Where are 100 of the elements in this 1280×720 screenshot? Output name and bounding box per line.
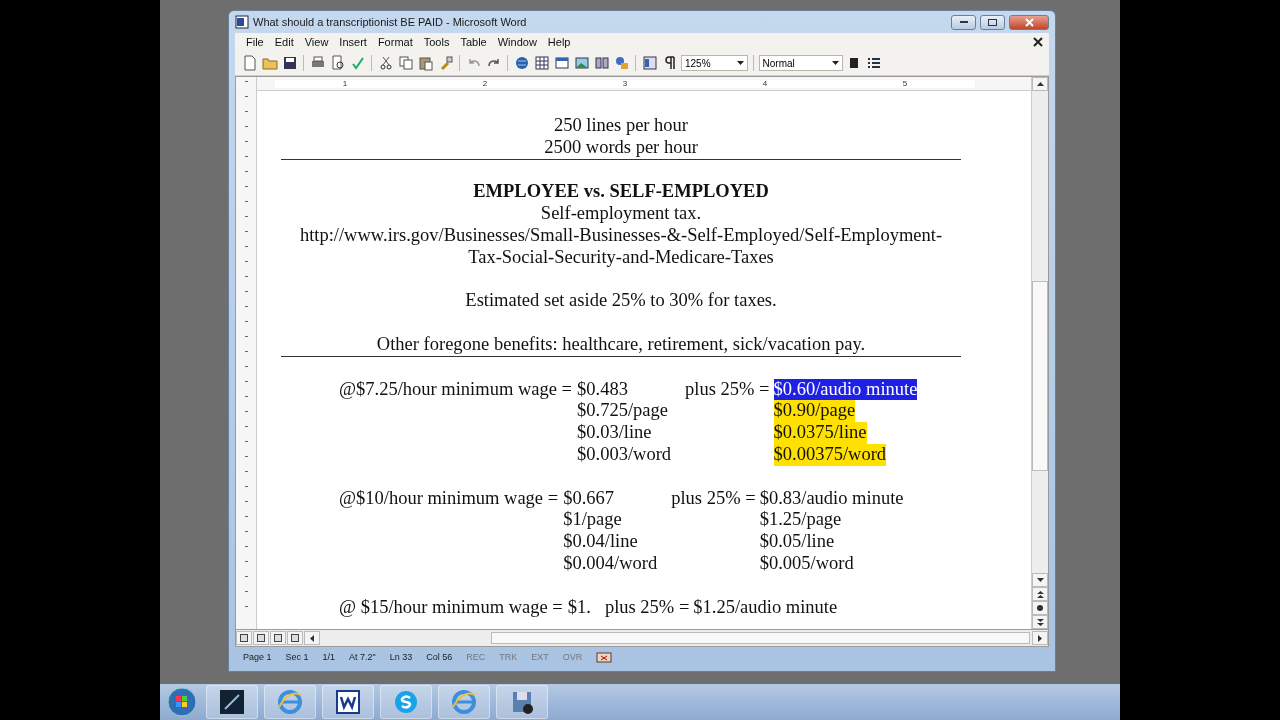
word-app-icon	[235, 15, 249, 29]
status-field: Page 1	[243, 652, 272, 662]
menu-item[interactable]: View	[303, 36, 330, 48]
maximize-icon	[988, 18, 997, 26]
rate-label: @$7.25/hour minimum wage =	[339, 378, 573, 401]
rate-label: @$10/hour minimum wage =	[339, 487, 560, 510]
recorder-icon[interactable]	[496, 685, 548, 719]
rate-plus: plus 25% =	[685, 378, 771, 401]
drawing-icon[interactable]	[613, 54, 630, 72]
save-icon[interactable]	[281, 54, 298, 72]
rate-value: $1.25/audio minute	[693, 596, 838, 619]
copy-icon[interactable]	[397, 54, 414, 72]
print-layout-icon[interactable]	[269, 631, 286, 645]
document-heading: EMPLOYEE vs. SELF-EMPLOYED	[473, 181, 769, 202]
menu-item[interactable]: Table	[459, 36, 488, 48]
status-field: Col 56	[426, 652, 453, 662]
scroll-up-button[interactable]	[1032, 77, 1048, 91]
previous-page-button[interactable]	[1032, 587, 1048, 601]
document-text: 250 lines per hour	[553, 115, 689, 135]
rate-value: $0.60/audio minute	[773, 378, 918, 401]
scroll-down-button[interactable]	[1032, 573, 1048, 587]
rate-value: $1.25/page	[759, 509, 842, 532]
scroll-thumb[interactable]	[1032, 281, 1048, 471]
caret-icon	[736, 61, 744, 65]
rate-value: $0.90/page	[773, 400, 856, 423]
globe-icon[interactable]	[513, 54, 530, 72]
rate-label: @ $15/hour minimum wage =	[339, 596, 564, 619]
web-view-icon[interactable]	[253, 631, 269, 645]
picture-icon[interactable]	[573, 54, 590, 72]
print-preview-icon[interactable]	[329, 54, 346, 72]
document-text: Estimated set aside 25% to 30% for taxes.	[465, 290, 777, 311]
status-field: At 7.2"	[349, 652, 376, 662]
rate-base: $0.04/line	[563, 531, 639, 553]
columns-icon[interactable]	[593, 54, 610, 72]
rate-base: $0.03/line	[577, 422, 653, 444]
close-button[interactable]	[1009, 14, 1049, 30]
paste-icon[interactable]	[417, 54, 434, 72]
menu-item[interactable]: Edit	[273, 36, 295, 48]
menu-item[interactable]: Format	[376, 36, 414, 48]
maximize-button[interactable]	[980, 14, 1005, 30]
outline-view-icon[interactable]	[286, 631, 303, 645]
pen-tablet-icon[interactable]	[206, 685, 258, 719]
double-caret-up-icon	[1036, 590, 1044, 598]
browser-icon[interactable]	[438, 685, 490, 719]
document-text: 2500 words per hour	[544, 136, 698, 157]
status-field: EXT	[531, 652, 549, 662]
normal-view-icon[interactable]	[236, 631, 252, 645]
rate-value: $0.005/word	[759, 552, 854, 575]
status-field: Ln 33	[389, 652, 413, 662]
next-page-button[interactable]	[1032, 615, 1048, 629]
status-field: REC	[466, 652, 486, 662]
cut-icon[interactable]	[377, 54, 394, 72]
window-icon[interactable]	[553, 54, 570, 72]
start-button[interactable]	[164, 685, 200, 719]
close-document-icon[interactable]	[1033, 37, 1043, 47]
menu-item[interactable]: Insert	[338, 36, 368, 48]
rate-base: $1.	[567, 596, 592, 619]
skype-icon[interactable]	[380, 685, 432, 719]
caret-up-icon	[1036, 82, 1044, 86]
document-text: Self-employment tax.	[540, 203, 702, 224]
rate-base: $0.725/page	[577, 400, 669, 423]
menu-item[interactable]: File	[245, 36, 265, 48]
menu-item[interactable]: Tools	[422, 36, 451, 48]
caret-down-icon	[1036, 578, 1044, 582]
rate-base: $0.003/word	[577, 443, 673, 466]
table-icon[interactable]	[533, 54, 550, 72]
caret-left-icon	[309, 634, 314, 642]
menu-item[interactable]: Window	[496, 36, 538, 48]
rate-base: $0.483	[577, 378, 629, 401]
rate-value: $0.83/audio minute	[759, 487, 904, 510]
document-map-icon[interactable]	[641, 54, 658, 72]
document-text: http://www.irs.gov/Businesses/Small-Businesses-&-Self-Employed/Self-Employment-	[299, 225, 943, 245]
horizontal-ruler: 1 2 3 4 5	[275, 79, 975, 88]
rate-base: $1/page	[563, 509, 623, 532]
menu-item[interactable]: Help	[546, 36, 572, 48]
rate-value: $0.05/line	[759, 531, 835, 553]
horizontal-scroll-thumb[interactable]	[490, 632, 1031, 644]
rate-plus: plus 25% =	[671, 487, 757, 510]
rate-base: $0.004/word	[563, 552, 659, 575]
scroll-left-button[interactable]	[303, 631, 320, 645]
close-icon	[1024, 17, 1034, 27]
scroll-right-button[interactable]	[1032, 631, 1049, 645]
document-text: Tax-Social-Security-and-Medicare-Taxes	[468, 246, 774, 267]
status-field: Sec 1	[285, 652, 309, 662]
browser-icon[interactable]	[264, 685, 316, 719]
minimize-icon	[959, 20, 968, 24]
caret-icon	[831, 61, 839, 65]
zoom-dropdown[interactable]: 125%	[681, 55, 748, 71]
status-field: TRK	[499, 652, 518, 662]
minimize-button[interactable]	[951, 14, 976, 30]
browse-object-button[interactable]	[1032, 601, 1048, 615]
window-title: What should a transcriptionist BE PAID - Microsoft Word	[253, 16, 528, 28]
document-text: Other foregone benefits: healthcare, retirement, sick/vacation pay.	[376, 333, 866, 354]
rate-value: $0.00375/word	[773, 443, 887, 466]
caret-right-icon	[1038, 634, 1043, 642]
style-dropdown[interactable]: Normal	[758, 55, 843, 71]
status-field: 1/1	[322, 652, 336, 662]
dot-icon	[1037, 605, 1043, 611]
rate-plus: plus 25% =	[604, 596, 691, 619]
word-icon[interactable]	[322, 685, 374, 719]
